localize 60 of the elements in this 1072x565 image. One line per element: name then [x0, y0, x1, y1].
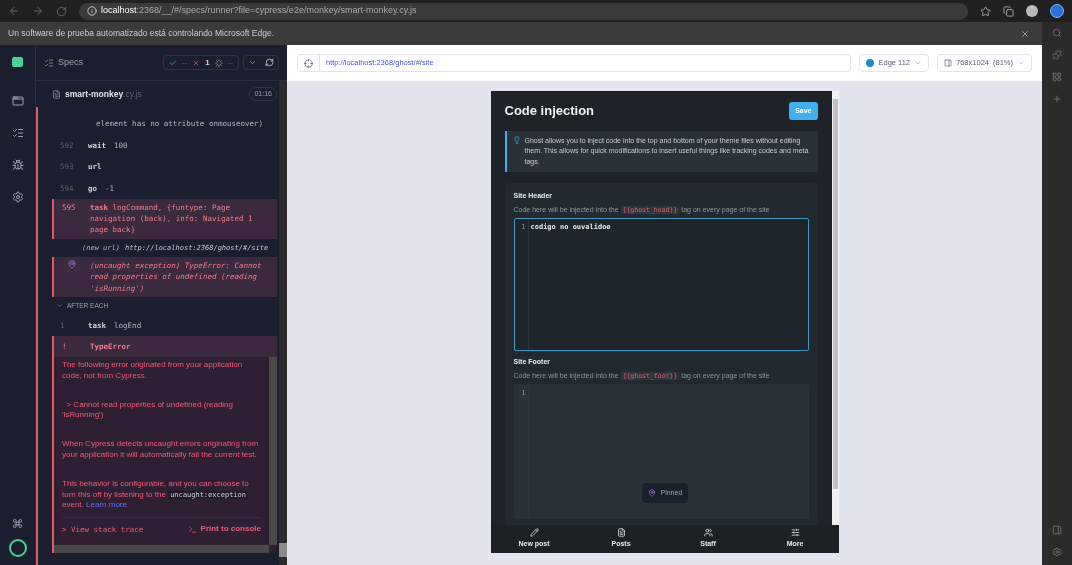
viewport-icon: [944, 59, 953, 67]
list-icon[interactable]: [11, 127, 24, 139]
chevron-icon: [914, 59, 923, 67]
chevron-icon: [56, 302, 63, 310]
forward-icon[interactable]: [32, 5, 44, 17]
selector-icon[interactable]: [304, 58, 313, 68]
reload-icon[interactable]: [56, 5, 67, 17]
pending-icon: [214, 58, 223, 67]
cross-icon: [192, 58, 201, 67]
pin-icon: [647, 488, 656, 497]
panel-icon[interactable]: [1052, 525, 1062, 535]
bug-icon[interactable]: [11, 159, 24, 171]
grid-icon[interactable]: [1052, 72, 1062, 82]
logo-icon: [12, 57, 23, 67]
address-bar[interactable]: localhost:2368/__/#/specs/runner?file=cypress/e2e/monkey/smart-monkey.cy.js: [79, 2, 968, 20]
learn-more-link[interactable]: Learn more: [86, 500, 127, 510]
page-title: Code injection: [504, 102, 595, 120]
add-icon[interactable]: [1052, 94, 1062, 104]
file-icon: [52, 89, 61, 99]
error-message: > Cannot read properties of undefined (reading 'isRunning'): [62, 399, 234, 422]
puzzle-icon[interactable]: [1052, 50, 1062, 60]
print-to-console-button[interactable]: Print to console: [187, 524, 261, 535]
back-icon[interactable]: [8, 5, 20, 17]
frame-scrollbar[interactable]: [831, 91, 839, 525]
collections-icon[interactable]: [1003, 5, 1014, 17]
failed-count: 1: [205, 56, 210, 69]
settings-icon[interactable]: [11, 191, 24, 203]
pencil-icon: [529, 528, 539, 538]
avatar[interactable]: [1026, 5, 1038, 17]
cypress-logo: [8, 539, 27, 557]
star-icon[interactable]: [980, 5, 991, 17]
browser-window-icon[interactable]: [11, 95, 24, 107]
document-icon: [616, 528, 626, 538]
settings-icon[interactable]: [1052, 547, 1062, 557]
spec-name: smart-monkey.cy.js: [65, 87, 143, 101]
search-icon[interactable]: [1052, 28, 1062, 38]
error-message: The following error originated from your application code, not from Cypress.: [62, 360, 244, 382]
url-text: localhost:2368/__/#/specs/runner?file=cypress/e2e/monkey/smart-monkey.cy.js: [101, 4, 417, 18]
close-icon[interactable]: [1020, 28, 1030, 39]
chevron-icon: [1017, 59, 1025, 67]
lightbulb-icon: [512, 135, 521, 144]
passed-count: --: [181, 56, 188, 69]
command-icon[interactable]: [12, 518, 23, 529]
info-icon: [87, 6, 97, 16]
specs-icon[interactable]: [44, 57, 54, 68]
people-icon: [703, 528, 713, 538]
rerun-icon[interactable]: [265, 58, 274, 67]
scrollbar[interactable]: [269, 357, 277, 545]
error-message: When Cypress detects uncaught errors originating from your application it will automatically fail the current test.: [62, 439, 260, 461]
edge-icon: [866, 59, 875, 67]
chat-icon[interactable]: [1050, 4, 1064, 18]
chevron-icon[interactable]: [248, 58, 257, 67]
check-icon: [168, 58, 177, 67]
sliders-icon: [790, 528, 800, 538]
specs-title: Specs: [58, 55, 84, 69]
reporter-scrollbar[interactable]: [279, 81, 287, 565]
infobar-text: Un software de prueba automatizado está controlando Microsoft Edge.: [8, 27, 275, 40]
terminal-icon: [187, 525, 197, 535]
pending-count: --: [227, 56, 233, 69]
horizontal-scrollbar[interactable]: [54, 545, 269, 553]
